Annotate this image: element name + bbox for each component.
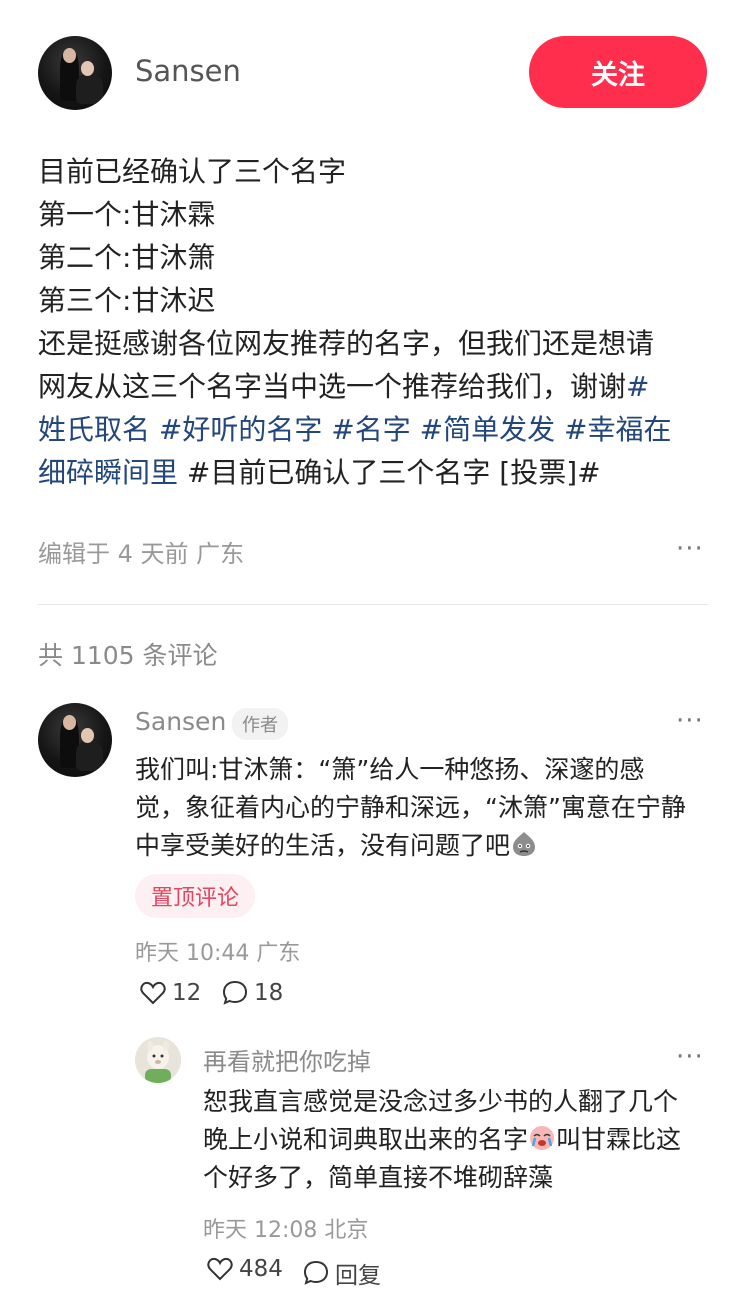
- like-button[interactable]: 12: [140, 980, 201, 1006]
- comments-count: 共 1105 条评论: [38, 641, 218, 670]
- post-line: 第一个:甘沐霖: [38, 198, 216, 231]
- replier-username[interactable]: 再看就把你吃掉: [203, 1042, 371, 1077]
- comment-bubble-icon: [303, 1260, 329, 1285]
- reply-count-button[interactable]: 18: [222, 980, 283, 1006]
- commenter-avatar[interactable]: [38, 703, 112, 777]
- reply-like-count: 484: [239, 1256, 283, 1282]
- hashtag-link[interactable]: #幸福在: [564, 413, 671, 446]
- author-badge: 作者: [232, 708, 288, 740]
- author-avatar[interactable]: [38, 36, 112, 110]
- commenter-username[interactable]: Sansen: [135, 707, 226, 736]
- hashtag-link[interactable]: #名字: [331, 413, 410, 446]
- post-line: 第二个:甘沐箫: [38, 241, 216, 274]
- post-body: 目前已经确认了三个名字 第一个:甘沐霖 第二个:甘沐箫 第三个:甘沐迟 还是挺感…: [38, 150, 708, 494]
- reply-more-button[interactable]: ···: [676, 1042, 704, 1072]
- hashtag-link[interactable]: 姓氏取名: [38, 413, 150, 446]
- post-line-with-tag: 网友从这三个名字当中选一个推荐给我们，谢谢#: [38, 370, 650, 403]
- post-tags-line: 细碎瞬间里 #目前已确认了三个名字 [投票]#: [38, 451, 708, 494]
- replier-avatar[interactable]: [135, 1037, 181, 1083]
- comment-text: 我们叫:甘沐箫：“箫”给人一种悠扬、深邃的感 觉，象征着内心的宁静和深远，“沐箫…: [135, 751, 710, 865]
- reply-line: 恕我直言感觉是没念过多少书的人翻了几个: [203, 1087, 679, 1116]
- comment-more-button[interactable]: ···: [676, 706, 704, 736]
- post-more-button[interactable]: ···: [676, 534, 704, 564]
- heart-icon: [207, 1257, 233, 1281]
- comment-line: 我们叫:甘沐箫：“箫”给人一种悠扬、深邃的感: [135, 755, 645, 784]
- comment-meta: 昨天 10:44 广东: [135, 941, 301, 966]
- comment-line: 觉，象征着内心的宁静和深远，“沐箫”寓意在宁静: [135, 793, 686, 822]
- hashtag-link[interactable]: 细碎瞬间里: [38, 456, 178, 489]
- divider: [38, 604, 708, 605]
- author-username[interactable]: Sansen: [135, 54, 241, 88]
- hashtag-link[interactable]: #好听的名字: [159, 413, 322, 446]
- reply-line-with-emoji: 晚上小说和词典取出来的名字 叫甘霖比这: [203, 1125, 682, 1154]
- post-line: 第三个:甘沐迟: [38, 284, 216, 317]
- alpaca-icon: [135, 1037, 181, 1083]
- hashtag-link[interactable]: #: [626, 370, 649, 403]
- reply-meta: 昨天 12:08 北京: [203, 1218, 369, 1243]
- crying-emoji-icon: [530, 1126, 555, 1150]
- reply-like-button[interactable]: 484: [207, 1256, 283, 1282]
- post-line: 目前已经确认了三个名字: [38, 155, 347, 188]
- like-count: 12: [172, 980, 202, 1006]
- heart-icon: [140, 981, 166, 1005]
- reply-count: 18: [254, 980, 284, 1006]
- post-line: 还是挺感谢各位网友推荐的名字，但我们还是想请: [38, 327, 655, 360]
- reply-label: 回复: [335, 1263, 381, 1289]
- pinned-comment-badge: 置顶评论: [135, 874, 255, 918]
- reply-button[interactable]: 回复: [303, 1256, 381, 1290]
- vote-tag[interactable]: #目前已确认了三个名字 [投票]#: [187, 456, 601, 489]
- reply-text: 恕我直言感觉是没念过多少书的人翻了几个 晚上小说和词典取出来的名字 叫甘霖比这 …: [203, 1083, 713, 1197]
- comment-bubble-icon: [222, 980, 248, 1005]
- follow-button[interactable]: 关注: [529, 36, 707, 108]
- hashtag-link[interactable]: #简单发发: [420, 413, 555, 446]
- post-tags-line: 姓氏取名 #好听的名字 #名字 #简单发发 #幸福在: [38, 408, 708, 451]
- comment-line-with-emoji: 中享受美好的生活，没有问题了吧: [135, 827, 710, 865]
- post-edit-meta: 编辑于 4 天前 广东: [38, 540, 245, 568]
- sweat-emoji-icon: [513, 832, 536, 856]
- reply-line: 个好多了，简单直接不堆砌辞藻: [203, 1163, 554, 1192]
